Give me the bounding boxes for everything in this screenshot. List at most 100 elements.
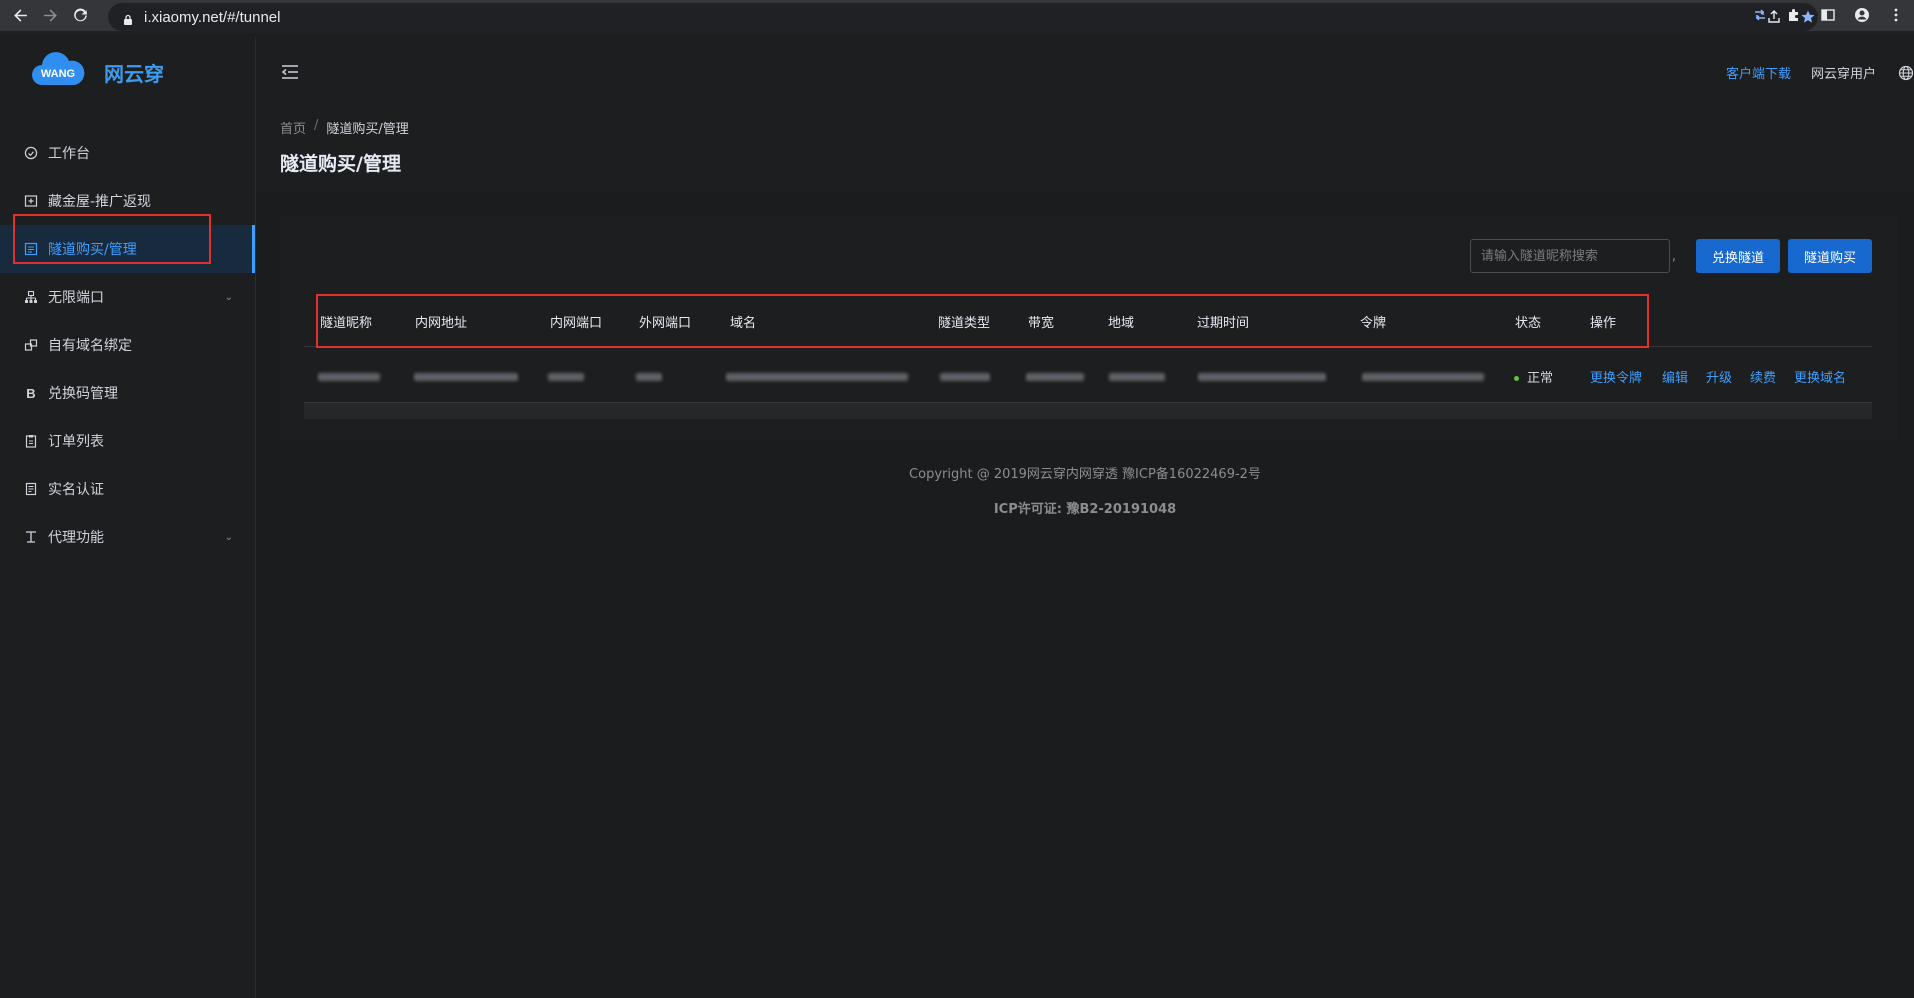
redacted-bandwidth	[1026, 373, 1084, 381]
buy-tunnel-button[interactable]: 隧道购买	[1787, 239, 1872, 273]
sidebar-item-label: 无限端口	[48, 290, 104, 306]
proxy-icon	[24, 530, 38, 544]
profile-avatar-icon[interactable]	[1852, 5, 1872, 25]
status-badge: 正常	[1514, 367, 1553, 386]
redacted-expire-time	[1198, 373, 1326, 381]
redacted-domain	[726, 373, 908, 381]
column-header-public-port: 外网端口	[639, 316, 692, 331]
extensions-puzzle-icon[interactable]	[1784, 5, 1804, 25]
forward-icon[interactable]	[40, 6, 60, 26]
redacted-public-port	[636, 373, 662, 381]
id-icon	[24, 482, 38, 496]
logo[interactable]: WANG 网云穿	[0, 37, 255, 107]
column-header-bandwidth: 带宽	[1028, 316, 1055, 331]
sidebar-item-label: 兑换码管理	[48, 386, 118, 402]
table-scrollbar[interactable]	[304, 403, 1872, 419]
sidebar-item-verification[interactable]: 实名认证	[0, 465, 255, 513]
sidebar-item-label: 代理功能	[48, 530, 104, 546]
gift-icon	[24, 194, 38, 208]
toolbar-comma: ,	[1671, 248, 1676, 264]
redacted-local-address	[414, 373, 518, 381]
sidebar-item-domain-binding[interactable]: 自有域名绑定	[0, 321, 255, 369]
chevron-down-icon: ⌄	[224, 291, 233, 303]
column-header-status: 状态	[1515, 316, 1542, 331]
tunnel-card: , 兑换隧道 隧道购买 隧道昵称 内网地址 内网端口 外网端口 域名 隧道类型 …	[280, 217, 1898, 440]
sidebar-item-tunnel[interactable]: 隧道购买/管理	[0, 225, 255, 273]
column-header-actions: 操作	[1590, 316, 1617, 331]
tunnel-table: 隧道昵称 内网地址 内网端口 外网端口 域名 隧道类型 带宽 地域 过期时间 令…	[304, 293, 1872, 419]
logo-badge-text: WANG	[41, 68, 75, 80]
sidebar-item-proxy[interactable]: 代理功能 ⌄	[0, 513, 255, 561]
sidebar-item-redeem-codes[interactable]: B 兑换码管理	[0, 369, 255, 417]
upgrade-link[interactable]: 升级	[1706, 367, 1732, 386]
user-menu[interactable]: 网云穿用户	[1811, 63, 1876, 82]
top-header: 客户端下载 网云穿用户	[256, 37, 1914, 107]
edit-link[interactable]: 编辑	[1662, 367, 1688, 386]
sidebar-item-referral[interactable]: 藏金屋-推广返现	[0, 177, 255, 225]
sidebar-item-dashboard[interactable]: 工作台	[0, 129, 255, 177]
breadcrumb-home[interactable]: 首页	[280, 118, 306, 137]
language-globe-icon[interactable]	[1898, 65, 1914, 81]
redacted-local-port	[548, 373, 584, 381]
tunnel-search-input[interactable]	[1469, 239, 1670, 273]
page-header: 首页 / 隧道购买/管理 隧道购买/管理	[256, 107, 1914, 192]
order-icon	[24, 434, 38, 448]
client-download-link[interactable]: 客户端下载	[1726, 63, 1791, 82]
change-domain-link[interactable]: 更换域名	[1794, 367, 1846, 386]
status-text: 正常	[1527, 371, 1554, 386]
sidebar-item-label: 订单列表	[48, 434, 104, 450]
column-header-tunnel-type: 隧道类型	[938, 316, 991, 331]
exchange-tunnel-button[interactable]: 兑换隧道	[1695, 239, 1780, 273]
dashboard-icon	[24, 146, 38, 160]
menu-fold-icon[interactable]	[280, 63, 300, 81]
chrome-menu-icon[interactable]	[1886, 5, 1906, 25]
column-header-domain: 域名	[730, 316, 757, 331]
breadcrumb-current: 隧道购买/管理	[326, 122, 409, 137]
breadcrumb-separator: /	[314, 118, 319, 133]
column-header-expire-time: 过期时间	[1197, 316, 1250, 331]
chevron-down-icon: ⌄	[224, 531, 233, 543]
change-token-link[interactable]: 更换令牌	[1590, 367, 1642, 386]
lock-icon	[122, 11, 134, 25]
page-footer: Copyright @ 2019网云穿内网穿透 豫ICP备16022469-2号…	[256, 463, 1914, 517]
sidebar-item-unlimited-ports[interactable]: 无限端口 ⌄	[0, 273, 255, 321]
logo-text: 网云穿	[104, 61, 164, 86]
renew-link[interactable]: 续费	[1750, 367, 1776, 386]
column-header-local-address: 内网地址	[415, 316, 468, 331]
redacted-region	[1109, 373, 1165, 381]
sidebar-item-label: 工作台	[48, 146, 90, 162]
redacted-token	[1362, 373, 1484, 381]
link-icon	[24, 338, 38, 352]
redacted-nickname	[318, 373, 380, 381]
sidebar-item-label: 自有域名绑定	[48, 338, 132, 354]
redacted-tunnel-type	[940, 373, 990, 381]
browser-toolbar: i.xiaomy.net/#/tunnel	[0, 0, 1914, 34]
column-header-local-port: 内网端口	[550, 316, 603, 331]
table-row: 正常 更换令牌 编辑 升级 续费 更换域名	[304, 347, 1872, 403]
icp-license-text: ICP许可证: 豫B2-20191048	[993, 502, 1177, 517]
column-header-token: 令牌	[1360, 316, 1387, 331]
network-icon	[24, 290, 38, 304]
sidebar-item-orders[interactable]: 订单列表	[0, 417, 255, 465]
page-title: 隧道购买/管理	[280, 153, 401, 175]
address-bar[interactable]: i.xiaomy.net/#/tunnel	[108, 3, 1818, 31]
column-header-nickname: 隧道昵称	[320, 316, 373, 331]
sidebar-item-label: 藏金屋-推广返现	[48, 194, 152, 210]
url-text: i.xiaomy.net/#/tunnel	[144, 8, 281, 26]
side-panel-icon[interactable]	[1818, 5, 1838, 25]
sidebar-item-label: 实名认证	[48, 482, 104, 498]
breadcrumb: 首页 / 隧道购买/管理	[280, 118, 409, 137]
column-header-region: 地域	[1108, 316, 1135, 331]
cloud-logo-icon: WANG	[30, 51, 86, 93]
translate-extension-icon[interactable]	[1750, 5, 1770, 25]
copyright-text: Copyright @ 2019网云穿内网穿透 豫ICP备16022469-2号	[909, 467, 1261, 482]
b-icon: B	[26, 385, 36, 401]
table-header: 隧道昵称 内网地址 内网端口 外网端口 域名 隧道类型 带宽 地域 过期时间 令…	[304, 293, 1872, 347]
reload-icon[interactable]	[70, 6, 90, 26]
sidebar-menu: 工作台 藏金屋-推广返现 隧道购买/管理 无限端口 ⌄ 自有域名绑定 B 兑换码…	[0, 129, 255, 561]
tunnel-toolbar: , 兑换隧道 隧道购买	[1469, 239, 1872, 273]
tunnel-icon	[24, 242, 38, 256]
sidebar-item-label: 隧道购买/管理	[48, 242, 137, 258]
status-dot	[1514, 376, 1519, 381]
back-icon[interactable]	[10, 6, 30, 26]
